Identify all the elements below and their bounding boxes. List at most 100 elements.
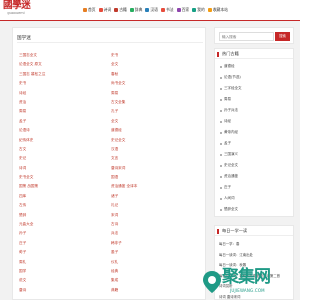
daily-study-item[interactable]: 每日一读词：江南出处	[219, 250, 293, 261]
bullet-icon	[220, 131, 222, 134]
nav-item[interactable]: 诗词	[98, 7, 111, 13]
bullet-icon	[220, 197, 222, 200]
book-link[interactable]: 墨子	[111, 248, 203, 257]
search-input[interactable]	[219, 32, 274, 41]
daily-study-item[interactable]: 每日一学：春	[219, 239, 293, 250]
book-link[interactable]: 楚辞	[19, 211, 111, 220]
hot-book-label: 资治通鉴	[224, 174, 238, 178]
hot-book-label: 史记全文	[224, 163, 238, 167]
nav-item-label: 辞典	[134, 7, 143, 12]
book-link[interactable]: 汉语	[111, 145, 203, 154]
nav-item[interactable]: 辞典	[129, 7, 143, 13]
book-link[interactable]: 古文	[19, 145, 111, 154]
book-link[interactable]: 三国志全文	[19, 51, 111, 60]
book-link[interactable]: 庄子	[19, 239, 111, 248]
book-link[interactable]: 道德经	[111, 126, 203, 135]
book-link[interactable]: 春秋	[111, 70, 203, 79]
book-link[interactable]: 诸子	[111, 192, 203, 201]
book-link[interactable]: 周易	[19, 107, 111, 116]
book-link[interactable]: 孙子	[19, 229, 111, 238]
nav-item[interactable]: 书法	[160, 7, 174, 13]
bullet-icon	[220, 109, 222, 112]
nav-item[interactable]: 我的	[192, 7, 205, 13]
hot-book-item[interactable]: 黄帝内经	[220, 127, 290, 138]
book-link[interactable]: 孟子	[19, 117, 111, 126]
nav-item[interactable]: 百家	[176, 7, 189, 13]
nav-item-label: 古籍	[119, 7, 127, 12]
book-link[interactable]: 文言	[111, 154, 203, 163]
book-link[interactable]: 唐诗宋词	[111, 164, 203, 173]
book-link[interactable]: 史书全文	[19, 173, 111, 182]
hot-book-item[interactable]: 三字经全文	[220, 83, 290, 94]
nav-item[interactable]: 汉语	[145, 7, 158, 13]
site-logo[interactable]: 國學迷 guoxuemi	[3, 0, 31, 18]
grid-row: 诗经 周易	[19, 89, 203, 98]
book-link[interactable]: 唐诗	[19, 286, 111, 295]
book-link[interactable]: 仪礼	[111, 258, 203, 267]
hot-book-item[interactable]: 三国演义	[220, 149, 290, 160]
book-link[interactable]: 全文	[111, 60, 203, 69]
book-link[interactable]: 三国志 裴松之注	[19, 70, 111, 79]
hot-book-label: 周易	[224, 97, 231, 101]
book-link[interactable]: 尚书全文	[111, 79, 203, 88]
book-link[interactable]: 韩非子	[111, 239, 203, 248]
book-link[interactable]: 资治	[19, 98, 111, 107]
search-button[interactable]: 搜索	[275, 32, 290, 41]
hot-book-item[interactable]: 道德经	[220, 61, 290, 72]
grid-row: 史书 尚书全文	[19, 79, 203, 88]
book-link[interactable]: 诗词	[19, 164, 111, 173]
book-link[interactable]: 礼记	[111, 201, 203, 210]
title-accent-bar	[217, 229, 219, 234]
hot-book-item[interactable]: 资治通鉴	[220, 171, 290, 182]
book-link[interactable]: 集成	[111, 276, 203, 285]
book-link[interactable]: 论语全文 原文	[19, 60, 111, 69]
grid-row: 三国志全文 史书	[19, 51, 203, 60]
hot-book-item[interactable]: 诗经	[220, 116, 290, 127]
hot-book-item[interactable]: 史记全文	[220, 160, 290, 171]
hot-book-item[interactable]: 孟子	[220, 138, 290, 149]
book-link[interactable]: 古文全集	[111, 98, 203, 107]
book-link[interactable]: 资治通鉴 全译本	[111, 182, 203, 191]
nav-item[interactable]: 收藏本站	[207, 7, 228, 13]
hot-book-item[interactable]: 人间词	[220, 193, 290, 204]
hot-books-title: 热门古籍	[215, 49, 293, 59]
book-link[interactable]: 四库	[19, 192, 111, 201]
hot-book-label: 三字经全文	[224, 86, 242, 90]
book-link[interactable]: 周易	[111, 89, 203, 98]
hot-book-item[interactable]: 楚辞全文	[220, 204, 290, 215]
book-link[interactable]: 孔子	[111, 107, 203, 116]
book-link[interactable]: 古诗	[111, 220, 203, 229]
book-link[interactable]: 史记	[19, 154, 111, 163]
nav-item[interactable]: 首页	[83, 7, 96, 13]
book-link[interactable]: 诗经	[19, 89, 111, 98]
book-link[interactable]: 典籍	[111, 286, 203, 295]
book-link[interactable]: 国学	[19, 267, 111, 276]
book-link[interactable]: 荀子	[19, 248, 111, 257]
nav-item[interactable]: 古籍	[114, 7, 127, 13]
book-link[interactable]: 周礼	[19, 258, 111, 267]
hot-book-item[interactable]: 周易	[220, 94, 290, 105]
book-link[interactable]: 宋词	[111, 211, 203, 220]
book-link[interactable]: 说文	[19, 276, 111, 285]
book-link[interactable]: 纪传体史	[19, 136, 111, 145]
book-link[interactable]: 国策 战国策	[19, 182, 111, 191]
hot-book-item[interactable]: 庄子	[220, 182, 290, 193]
scholar-icon	[176, 8, 181, 12]
hot-book-label: 黄帝内经	[224, 130, 238, 134]
book-link[interactable]: 左传	[19, 201, 111, 210]
book-link[interactable]: 经典	[111, 267, 203, 276]
book-link[interactable]: 元曲大全	[19, 220, 111, 229]
hot-book-label: 楚辞全文	[224, 207, 238, 211]
hot-book-label: 诗经	[224, 119, 231, 123]
hot-book-item[interactable]: 论语(节选)	[220, 72, 290, 83]
book-link[interactable]: 全文	[111, 117, 203, 126]
book-link[interactable]: 史记全文	[111, 136, 203, 145]
book-link[interactable]: 国语	[111, 173, 203, 182]
book-link[interactable]: 论语诗	[19, 126, 111, 135]
book-link[interactable]: 史书	[19, 79, 111, 88]
logo-text: 國學迷	[3, 0, 31, 11]
book-link[interactable]: 兵法	[111, 229, 203, 238]
hot-book-item[interactable]: 孙子兵法	[220, 105, 290, 116]
daily-study-title: 每日一学一读	[215, 226, 293, 236]
book-link[interactable]: 史书	[111, 51, 203, 60]
